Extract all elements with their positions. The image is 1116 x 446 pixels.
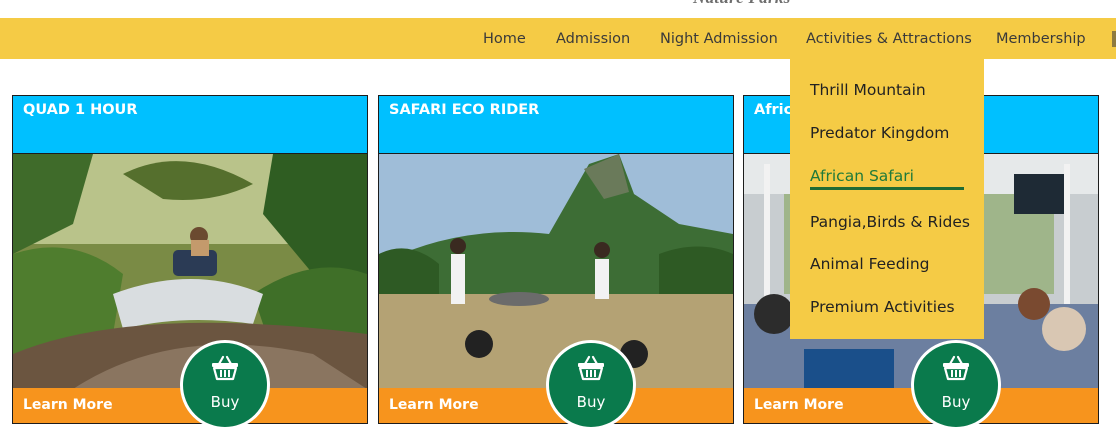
buy-label: Buy <box>210 393 240 411</box>
basket-icon <box>578 355 604 381</box>
basket-icon <box>943 355 969 381</box>
learn-more-link[interactable]: Learn More <box>23 397 113 413</box>
buy-label: Buy <box>941 393 971 411</box>
page: Nature Parks Home Admission Night Admiss… <box>0 0 1116 446</box>
active-item-underline <box>810 187 964 190</box>
learn-more-link[interactable]: Learn More <box>389 397 479 413</box>
buy-label: Buy <box>576 393 606 411</box>
card-image-eco-rider[interactable] <box>379 154 733 389</box>
card-title[interactable]: SAFARI ECO RIDER <box>389 102 539 118</box>
buy-button[interactable]: Buy <box>911 340 1001 430</box>
activities-dropdown-menu: Thrill Mountain Predator Kingdom African… <box>790 59 984 339</box>
nav-item-night-admission[interactable]: Night Admission <box>660 18 778 59</box>
activity-card-quad: QUAD 1 HOUR Learn More Buy <box>12 95 368 430</box>
nav-item-membership[interactable]: Membership <box>996 18 1086 59</box>
card-image-quad[interactable] <box>13 154 367 389</box>
dropdown-item-pangia-birds-rides[interactable]: Pangia,Birds & Rides <box>810 213 970 231</box>
basket-icon <box>212 355 238 381</box>
card-header: SAFARI ECO RIDER <box>379 96 733 154</box>
learn-more-link[interactable]: Learn More <box>754 397 844 413</box>
logo-strip: Nature Parks <box>0 0 1116 18</box>
site-logo-text[interactable]: Nature Parks <box>693 0 791 8</box>
nav-item-activities-attractions[interactable]: Activities & Attractions <box>806 18 972 59</box>
dropdown-item-thrill-mountain[interactable]: Thrill Mountain <box>810 81 926 99</box>
nav-item-overflow[interactable] <box>1112 31 1116 47</box>
nav-item-home[interactable]: Home <box>483 18 526 59</box>
main-nav: Home Admission Night Admission Activitie… <box>0 18 1116 59</box>
card-title[interactable]: QUAD 1 HOUR <box>23 102 138 118</box>
activity-card-safari-eco-rider: SAFARI ECO RIDER Learn More Buy <box>378 95 734 430</box>
buy-button[interactable]: Buy <box>546 340 636 430</box>
dropdown-item-premium-activities[interactable]: Premium Activities <box>810 298 955 316</box>
dropdown-item-animal-feeding[interactable]: Animal Feeding <box>810 255 930 273</box>
nav-item-admission[interactable]: Admission <box>556 18 630 59</box>
dropdown-item-african-safari[interactable]: African Safari <box>810 167 914 185</box>
card-header: QUAD 1 HOUR <box>13 96 367 154</box>
buy-button[interactable]: Buy <box>180 340 270 430</box>
dropdown-item-predator-kingdom[interactable]: Predator Kingdom <box>810 124 949 142</box>
